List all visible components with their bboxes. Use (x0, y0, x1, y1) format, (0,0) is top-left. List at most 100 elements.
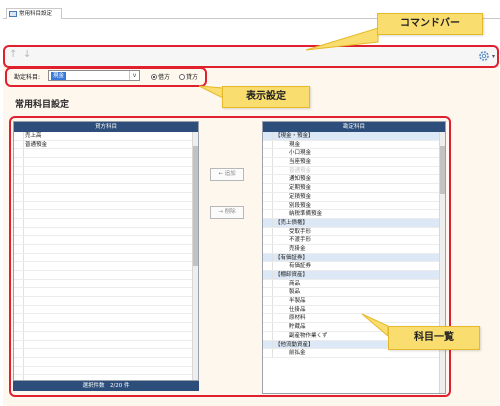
command-bar: ↑ ↓ ▾ (3, 45, 499, 67)
empty-row (14, 158, 198, 167)
empty-row (14, 192, 198, 202)
empty-row (14, 262, 198, 271)
remove-button-label: 削除 (224, 209, 236, 215)
row-indicator (263, 140, 273, 149)
empty-row (14, 288, 198, 298)
row-indicator (263, 132, 273, 140)
list-item[interactable]: 売上高 (14, 132, 198, 141)
account-list: 【現金・預金】 現金 小口現金 当座預金 普通預金 通知預金 定期預金 定積預金 別段預金 納税準… (263, 132, 445, 358)
chevron-down-icon[interactable]: v (129, 71, 139, 80)
group-row: 【棚卸資産】 (263, 271, 445, 280)
group-row: 【現金・預金】 (263, 132, 445, 141)
table-row[interactable]: 定期預金 (263, 184, 445, 193)
row-indicator (263, 210, 273, 218)
empty-row (14, 297, 198, 306)
radio-credit-dot (179, 74, 185, 80)
chevron-down-icon[interactable]: ▾ (492, 53, 495, 60)
empty-row (14, 366, 198, 376)
empty-row (14, 166, 198, 176)
empty-row (14, 305, 198, 315)
table-row[interactable]: 商品 (263, 279, 445, 289)
empty-row (14, 279, 198, 289)
command-bar-pointer (305, 27, 379, 51)
empty-row (14, 149, 198, 159)
table-row[interactable]: 有価証券 (263, 262, 445, 271)
move-up-icon[interactable]: ↑ (9, 49, 17, 60)
credit-account-list: 売上高 普通預金 (14, 132, 198, 380)
table-row[interactable]: 通知預金 (263, 175, 445, 185)
window-icon (9, 11, 17, 17)
row-indicator (263, 166, 273, 175)
row-indicator (263, 262, 273, 270)
row-indicator (263, 236, 273, 244)
empty-row (14, 253, 198, 263)
kamoku-select[interactable]: 現金 v (48, 70, 140, 81)
row-indicator (263, 340, 273, 349)
display-settings-callout: 表示設定 (222, 86, 310, 108)
page-title: 常用科目設定 (15, 100, 70, 110)
empty-row (14, 314, 198, 324)
table-row[interactable]: 普通預金 (263, 166, 445, 176)
radio-debit[interactable]: 借方 (151, 72, 170, 81)
account-panel-header: 勘定科目 (263, 122, 445, 132)
empty-row (14, 227, 198, 237)
empty-row (14, 175, 198, 185)
display-settings-pointer (198, 85, 224, 99)
empty-row (14, 323, 198, 332)
left-scrollbar[interactable] (192, 132, 198, 380)
table-row[interactable]: 製品 (263, 288, 445, 298)
row-indicator (263, 201, 273, 210)
right-scrollbar[interactable] (439, 132, 445, 393)
account-list-pointer (361, 313, 389, 338)
arrow-right-icon: → (218, 209, 223, 215)
radio-credit[interactable]: 貸方 (179, 72, 198, 81)
row-indicator (263, 184, 273, 192)
tab-jouyou-kamoku[interactable]: 常用科目設定 (6, 8, 62, 19)
table-row[interactable]: 当座預金 (263, 158, 445, 167)
tab-label: 常用科目設定 (19, 11, 53, 17)
display-settings-row: 勘定科目: 現金 v 借方 貸方 (3, 67, 499, 85)
row-indicator (263, 349, 273, 357)
row-indicator (263, 323, 273, 331)
kamoku-label: 勘定科目: (14, 74, 41, 81)
table-row[interactable]: 売掛金 (263, 244, 445, 254)
radio-debit-label: 借方 (158, 74, 171, 81)
row-indicator (263, 314, 273, 323)
left-scroll-thumb[interactable] (193, 146, 198, 266)
row-indicator (263, 305, 273, 314)
row-indicator (263, 279, 273, 288)
account-list-panel: 勘定科目 【現金・預金】 現金 小口現金 当座預金 普通預金 通知預金 定期預金 定積預金 別段… (262, 121, 446, 394)
command-bar-callout: コマンドバー (377, 13, 483, 35)
empty-row (14, 201, 198, 211)
table-row[interactable]: 不渡手形 (263, 236, 445, 245)
right-scroll-thumb[interactable] (440, 146, 445, 194)
table-row[interactable]: 原材料 (263, 314, 445, 324)
table-row[interactable]: 納税準備預金 (263, 210, 445, 219)
empty-row (14, 184, 198, 193)
radio-debit-dot (151, 74, 157, 80)
row-indicator (263, 244, 273, 253)
table-row[interactable]: 小口現金 (263, 149, 445, 159)
row-indicator (263, 288, 273, 297)
gear-icon[interactable] (478, 50, 490, 62)
row-indicator (263, 297, 273, 305)
empty-row (14, 349, 198, 358)
remove-button[interactable]: → 削除 (210, 206, 244, 219)
empty-row (14, 340, 198, 350)
table-row[interactable]: 定積預金 (263, 192, 445, 202)
list-item[interactable]: 普通預金 (14, 140, 198, 150)
table-row[interactable]: 現金 (263, 140, 445, 150)
group-row: 【売上債権】 (263, 218, 445, 228)
table-row[interactable]: 仕掛品 (263, 305, 445, 315)
empty-row (14, 218, 198, 228)
add-button[interactable]: ← 追加 (210, 168, 244, 181)
table-row[interactable]: 前払金 (263, 349, 445, 358)
row-indicator (263, 253, 273, 262)
empty-row (14, 244, 198, 254)
table-row[interactable]: 受取手形 (263, 227, 445, 237)
move-down-icon[interactable]: ↓ (23, 49, 31, 60)
table-row[interactable]: 別段預金 (263, 201, 445, 211)
table-row[interactable]: 半製品 (263, 297, 445, 306)
row-indicator (263, 271, 273, 279)
empty-row (14, 271, 198, 280)
